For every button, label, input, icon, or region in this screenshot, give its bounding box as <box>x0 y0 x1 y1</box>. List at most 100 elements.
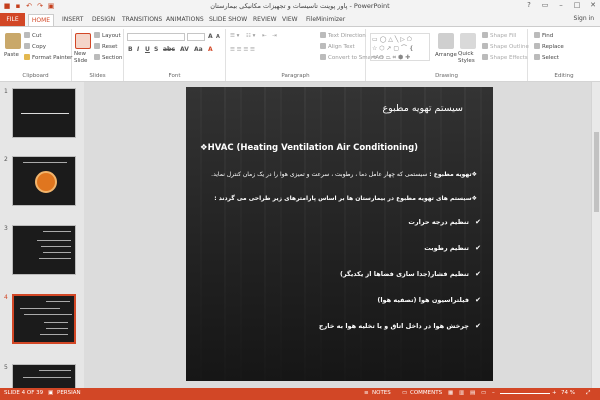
slide-thumbnail-4[interactable] <box>12 294 76 344</box>
bullet-item[interactable]: تنظیم فشار(جدا سازی فضاها از یکدیگر) <box>340 270 469 278</box>
layout-button[interactable]: Layout <box>94 32 121 40</box>
reset-button[interactable]: Reset <box>94 43 117 51</box>
shape-outline-button[interactable]: Shape Outline <box>482 43 529 51</box>
shape-fill-button[interactable]: Shape Fill <box>482 32 516 40</box>
spellcheck-icon[interactable]: ▣ <box>48 390 53 396</box>
slide-thumbnail-2[interactable] <box>12 156 76 206</box>
shadow-icon[interactable]: S <box>154 46 158 53</box>
vertical-scrollbar[interactable] <box>591 82 600 388</box>
hvac-heading[interactable]: ❖HVAC (Heating Ventilation Air Condition… <box>200 143 418 153</box>
thumb-number: 3 <box>4 225 8 232</box>
check-icon: ✔ <box>475 270 481 278</box>
bullet-item[interactable]: فیلتراسیون هوا (تصفیه هوا) <box>377 296 469 304</box>
help-icon[interactable]: ? <box>524 1 534 9</box>
slide-thumbnail-5[interactable] <box>12 364 76 388</box>
section-button[interactable]: Section <box>94 54 122 62</box>
numbering-icon[interactable]: ☷ ▾ <box>246 32 255 40</box>
text-direction-button[interactable]: Text Direction <box>320 32 366 40</box>
maximize-icon[interactable]: □ <box>572 1 582 9</box>
new-slide-button[interactable]: New Slide <box>74 51 94 65</box>
underline-icon[interactable]: U <box>145 46 150 53</box>
copy-button[interactable]: Copy <box>24 43 46 51</box>
pen-icon <box>482 43 488 49</box>
tab-slide-show[interactable]: SLIDE SHOW <box>209 14 247 26</box>
comments-button[interactable]: COMMENTS <box>410 390 442 396</box>
replace-button[interactable]: Replace <box>534 43 564 51</box>
select-arrow-icon <box>534 54 540 60</box>
section-icon <box>94 54 100 60</box>
decrease-indent-icon[interactable]: ⇤ <box>262 32 267 40</box>
scrollbar-thumb[interactable] <box>594 132 599 212</box>
zoom-level[interactable]: 74 % <box>561 390 575 396</box>
cut-button[interactable]: Cut <box>24 32 41 40</box>
definition-paragraph[interactable]: ❖تهویه مطبوع : سیستمی که چهار عامل دما ،… <box>211 171 477 178</box>
arrange-button[interactable]: Arrange <box>435 51 457 59</box>
shapes-gallery[interactable]: ▭ ◯ △ ╲ ▷ ⬠ ☆ ⬡ ↗ ▢ ⌒ ❴ ⇨ ⬭ ⏢ ⌗ ⬢ ✚ <box>370 33 430 61</box>
slide-thumbnails-panel: 1 2 3 4 5 <box>0 82 84 388</box>
slide-thumbnail-1[interactable] <box>12 88 76 138</box>
notes-button[interactable]: NOTES <box>372 390 391 396</box>
tab-transitions[interactable]: TRANSITIONS <box>122 14 162 26</box>
thumb-text-line <box>20 308 60 309</box>
replace-icon <box>534 43 540 49</box>
font-label: Font <box>168 73 181 79</box>
slideshow-view-icon[interactable]: ▭ <box>481 390 486 396</box>
tab-home[interactable]: HOME <box>28 14 54 26</box>
change-case-icon[interactable]: Aa <box>194 46 203 53</box>
smartart-icon <box>320 54 326 60</box>
shrink-font-icon[interactable]: A <box>216 34 220 40</box>
italic-icon[interactable]: I <box>137 46 139 53</box>
comments-icon: ▭ <box>402 390 408 396</box>
align-left-icon[interactable]: ☰ ☰ ☰ ☰ <box>230 46 255 54</box>
tab-view[interactable]: VIEW <box>282 14 298 26</box>
bold-icon[interactable]: B <box>128 46 133 53</box>
close-icon[interactable]: ✕ <box>588 1 598 9</box>
select-button[interactable]: Select <box>534 54 559 62</box>
bullet-item[interactable]: تنظیم رطوبت <box>424 244 469 252</box>
reading-view-icon[interactable]: ▤ <box>470 390 475 396</box>
check-icon: ✔ <box>475 244 481 252</box>
fit-to-window-icon[interactable]: ⤢ <box>586 390 590 397</box>
strikethrough-icon[interactable]: abc <box>163 46 175 53</box>
slide-canvas: سیستم تهویه مطبوع ❖HVAC (Heating Ventila… <box>84 82 591 388</box>
paste-button[interactable]: Paste <box>4 51 19 59</box>
tab-design[interactable]: DESIGN <box>92 14 115 26</box>
tab-file[interactable]: FILE <box>0 13 25 26</box>
char-spacing-icon[interactable]: AV <box>180 46 189 53</box>
slide-thumbnail-3[interactable] <box>12 225 76 275</box>
font-size-combo[interactable] <box>187 33 205 41</box>
design-parameters-paragraph[interactable]: ❖سیستم های تهویه مطبوع در بیمارستان ها ب… <box>214 195 477 202</box>
slide-title[interactable]: سیستم تهویه مطبوع <box>382 103 463 114</box>
thumb-number: 1 <box>4 88 8 95</box>
current-slide[interactable]: سیستم تهویه مطبوع ❖HVAC (Heating Ventila… <box>186 87 493 381</box>
grow-font-icon[interactable]: A <box>208 33 213 40</box>
quick-styles-button[interactable]: Quick Styles <box>458 51 480 65</box>
minimize-icon[interactable]: – <box>556 1 566 9</box>
language-indicator[interactable]: PERSIAN <box>57 390 81 396</box>
tab-insert[interactable]: INSERT <box>62 14 83 26</box>
tab-fileminimizer[interactable]: FileMinimizer <box>306 14 345 26</box>
slide-sorter-icon[interactable]: ▥ <box>459 390 464 396</box>
bullets-icon[interactable]: ☰ ▾ <box>230 32 239 40</box>
thumb-title-line <box>43 231 71 232</box>
font-name-combo[interactable] <box>127 33 185 41</box>
increase-indent-icon[interactable]: ⇥ <box>272 32 277 40</box>
zoom-slider[interactable] <box>500 393 550 394</box>
tab-animations[interactable]: ANIMATIONS <box>166 14 204 26</box>
bullet-item[interactable]: تنظیم درجه حرارت <box>408 218 469 226</box>
find-button[interactable]: Find <box>534 32 553 40</box>
font-color-icon[interactable]: A <box>208 46 213 53</box>
shape-effects-button[interactable]: Shape Effects <box>482 54 528 62</box>
format-painter-button[interactable]: Format Painter <box>24 54 72 62</box>
sign-in-link[interactable]: Sign in <box>574 15 594 22</box>
thumb-text-line <box>39 258 71 259</box>
tab-review[interactable]: REVIEW <box>253 14 277 26</box>
normal-view-icon[interactable]: ▦ <box>448 390 453 396</box>
zoom-in-icon[interactable]: + <box>552 390 557 396</box>
ribbon-display-icon[interactable]: ▭ <box>540 1 550 9</box>
clipboard-label: Clipboard <box>22 73 49 79</box>
align-text-button[interactable]: Align Text <box>320 43 355 51</box>
quick-styles-icon <box>460 33 476 49</box>
bullet-item[interactable]: چرخش هوا در داخل اتاق و یا تخلیه هوا به … <box>319 322 469 330</box>
zoom-out-icon[interactable]: – <box>492 390 495 396</box>
